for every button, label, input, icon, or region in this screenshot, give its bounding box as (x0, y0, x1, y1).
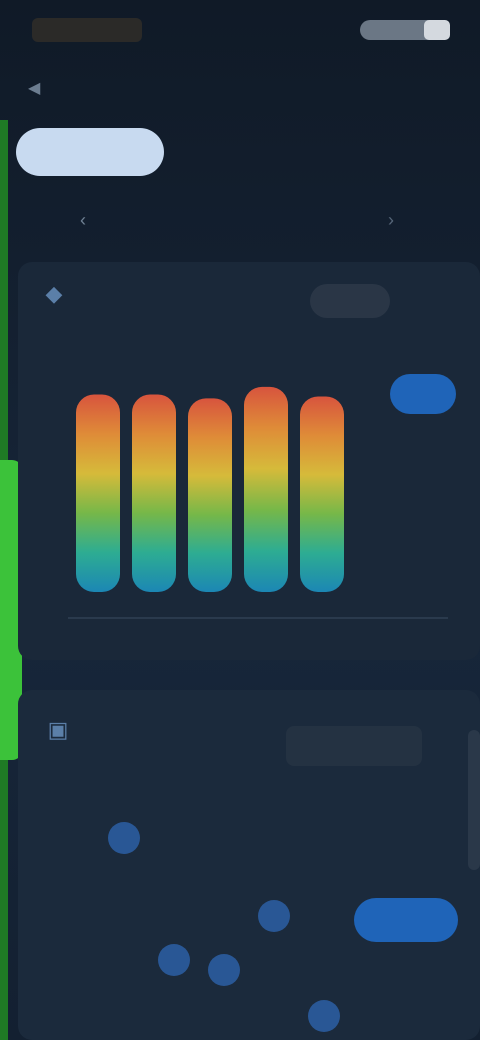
bar-4[interactable] (244, 386, 288, 592)
tab-2[interactable] (194, 128, 304, 176)
data-point-2[interactable] (258, 900, 290, 932)
status-bar (0, 0, 480, 60)
tab-1[interactable] (16, 128, 164, 176)
tab-3[interactable] (364, 128, 464, 176)
bar-5[interactable] (300, 396, 344, 592)
side-accent-bar (0, 120, 22, 1040)
period-tabs (16, 124, 466, 180)
bar-chart (68, 386, 448, 619)
chevron-left-icon[interactable]: ‹ (80, 210, 86, 231)
dot-chart (108, 822, 340, 1032)
back-arrow-icon[interactable]: ◀ (28, 78, 68, 98)
scrollbar[interactable] (468, 730, 480, 870)
summary-card: ◆ (18, 262, 480, 660)
data-point-4[interactable] (208, 954, 240, 986)
chevron-right-icon[interactable]: › (388, 210, 394, 231)
bar-1[interactable] (76, 394, 120, 592)
range-navigator: ‹ › (0, 196, 480, 248)
app-screen: ◀ ‹ › ◆ ▣ (0, 0, 480, 1040)
bar-3[interactable] (188, 398, 232, 592)
battery-icon (424, 20, 450, 40)
status-icons (360, 20, 450, 40)
bar-2[interactable] (132, 394, 176, 592)
detail-card: ▣ (18, 690, 480, 1040)
data-point-1[interactable] (108, 822, 140, 854)
data-point-3[interactable] (158, 944, 190, 976)
status-time (32, 18, 142, 42)
top-app-bar: ◀ (0, 60, 480, 116)
data-point-5[interactable] (308, 1000, 340, 1032)
